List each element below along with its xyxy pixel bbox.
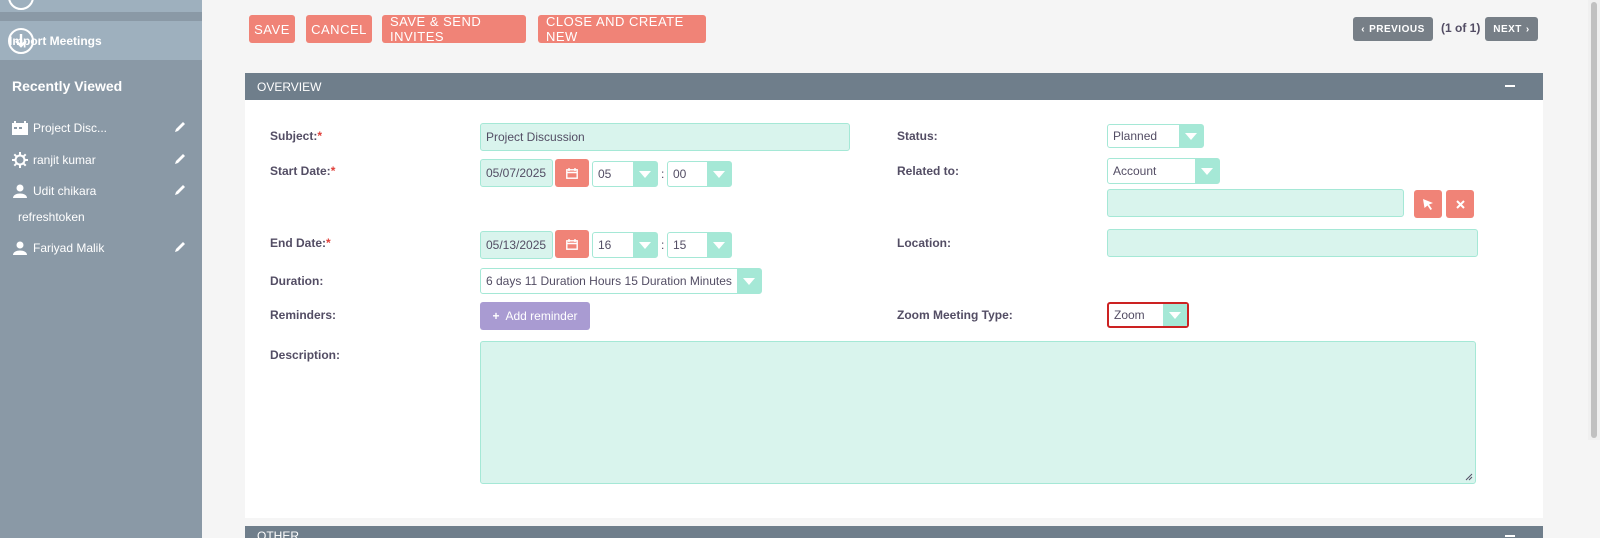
calendar-icon: [566, 238, 578, 250]
add-reminder-button[interactable]: + Add reminder: [480, 302, 590, 330]
other-title: OTHER: [257, 529, 299, 538]
pencil-icon[interactable]: [173, 240, 187, 254]
recent-item-label: Udit chikara: [33, 184, 97, 198]
person-icon: [12, 183, 28, 199]
zoom-meeting-type-value: Zoom: [1114, 308, 1145, 322]
cursor-arrow-icon: [1423, 199, 1433, 210]
close-and-create-new-button[interactable]: CLOSE AND CREATE NEW: [538, 14, 706, 44]
end-date-label: End Date:*: [270, 236, 331, 250]
time-separator: :: [661, 238, 665, 252]
clear-record-button[interactable]: [1446, 190, 1474, 218]
resize-handle-icon[interactable]: [1465, 473, 1473, 481]
related-to-label: Related to:: [897, 164, 960, 178]
chevron-down-icon: [1163, 304, 1187, 326]
recent-item-project-discussion[interactable]: Project Disc...: [12, 119, 187, 137]
person-icon: [12, 240, 28, 256]
gear-icon: [12, 152, 28, 168]
duration-select[interactable]: 6 days 11 Duration Hours 15 Duration Min…: [480, 268, 762, 294]
next-button[interactable]: NEXT ›: [1485, 17, 1538, 41]
recent-item-label: Fariyad Malik: [33, 241, 105, 255]
description-label: Description:: [270, 348, 341, 362]
pager-text: (1 of 1): [1441, 21, 1481, 35]
next-label: NEXT: [1493, 23, 1522, 35]
previous-button[interactable]: ‹ PREVIOUS: [1353, 17, 1433, 41]
related-record-input[interactable]: [1107, 189, 1404, 217]
page-scrollbar[interactable]: [1588, 0, 1600, 440]
location-label: Location:: [897, 236, 951, 250]
chevron-left-icon: ‹: [1361, 23, 1366, 35]
end-hour-value: 16: [598, 238, 612, 252]
subject-input[interactable]: Project Discussion: [480, 123, 850, 151]
pencil-icon[interactable]: [173, 183, 187, 197]
scrollbar-thumb[interactable]: [1591, 2, 1597, 438]
recent-item-fariyad-malik[interactable]: Fariyad Malik: [12, 239, 187, 257]
recently-viewed-heading: Recently Viewed: [12, 78, 123, 94]
chevron-down-icon: [707, 162, 731, 186]
sidebar: Import Meetings Recently Viewed Project …: [0, 0, 202, 538]
save-send-invites-button[interactable]: SAVE & SEND INVITES: [382, 14, 526, 44]
import-meetings-link[interactable]: Import Meetings: [0, 20, 202, 60]
reminders-label: Reminders:: [270, 308, 337, 322]
description-textarea[interactable]: [480, 341, 1476, 484]
add-reminder-label: Add reminder: [505, 309, 578, 323]
overview-panel-header[interactable]: OVERVIEW: [245, 73, 1543, 101]
start-hour-value: 05: [598, 167, 612, 181]
other-panel-header[interactable]: OTHER: [245, 526, 1543, 538]
end-date-input[interactable]: 05/13/2025: [480, 231, 553, 259]
start-minute-select[interactable]: 00: [667, 161, 732, 187]
recent-item-label: ranjit kumar: [33, 153, 96, 167]
status-select[interactable]: Planned: [1107, 124, 1204, 148]
collapse-icon[interactable]: [1505, 85, 1515, 87]
start-date-label: Start Date:*: [270, 164, 336, 178]
recent-item-sub-label[interactable]: refreshtoken: [18, 210, 85, 224]
related-to-select[interactable]: Account: [1107, 158, 1220, 184]
recent-item-label: Project Disc...: [33, 121, 108, 135]
end-date-calendar-button[interactable]: [555, 230, 589, 258]
previous-label: PREVIOUS: [1369, 23, 1425, 35]
zoom-meeting-type-label: Zoom Meeting Type:: [897, 308, 1013, 322]
import-meetings-label: Import Meetings: [9, 33, 102, 48]
duration-value: 6 days 11 Duration Hours 15 Duration Min…: [486, 274, 732, 288]
related-to-value: Account: [1113, 164, 1157, 178]
plus-icon: +: [492, 309, 500, 323]
start-date-calendar-button[interactable]: [555, 159, 589, 187]
save-button[interactable]: SAVE: [249, 15, 295, 43]
chevron-down-icon: [1179, 125, 1203, 147]
pencil-icon[interactable]: [173, 152, 187, 166]
status-label: Status:: [897, 129, 938, 143]
chevron-right-icon: ›: [1525, 23, 1530, 35]
select-record-button[interactable]: [1414, 190, 1442, 218]
status-value: Planned: [1113, 129, 1158, 143]
start-minute-value: 00: [673, 167, 687, 181]
end-hour-select[interactable]: 16: [592, 232, 658, 258]
time-separator: :: [661, 167, 665, 181]
pencil-icon[interactable]: [173, 120, 187, 134]
location-input[interactable]: [1107, 229, 1478, 257]
recent-item-ranjit-kumar[interactable]: ranjit kumar: [12, 151, 187, 169]
chevron-down-icon: [1195, 159, 1219, 183]
end-minute-value: 15: [673, 238, 687, 252]
circle-icon: [8, 0, 34, 10]
end-minute-select[interactable]: 15: [667, 232, 732, 258]
chevron-down-icon: [633, 162, 657, 186]
start-hour-select[interactable]: 05: [592, 161, 658, 187]
start-date-input[interactable]: 05/07/2025: [480, 159, 553, 187]
calendar-icon: [566, 167, 578, 179]
zoom-meeting-type-select[interactable]: Zoom: [1107, 302, 1189, 328]
subject-label: Subject:*: [270, 129, 323, 143]
collapse-icon[interactable]: [1505, 535, 1515, 537]
cancel-button[interactable]: CANCEL: [306, 15, 372, 43]
chevron-down-icon: [737, 269, 761, 293]
overview-title: OVERVIEW: [257, 80, 322, 94]
sidebar-top-item[interactable]: [0, 0, 202, 12]
recent-item-udit-chikara[interactable]: Udit chikara: [12, 182, 187, 200]
duration-label: Duration:: [270, 274, 324, 288]
chevron-down-icon: [707, 233, 731, 257]
chevron-down-icon: [633, 233, 657, 257]
meeting-calendar-icon: [12, 120, 28, 136]
close-icon: [1455, 199, 1465, 209]
